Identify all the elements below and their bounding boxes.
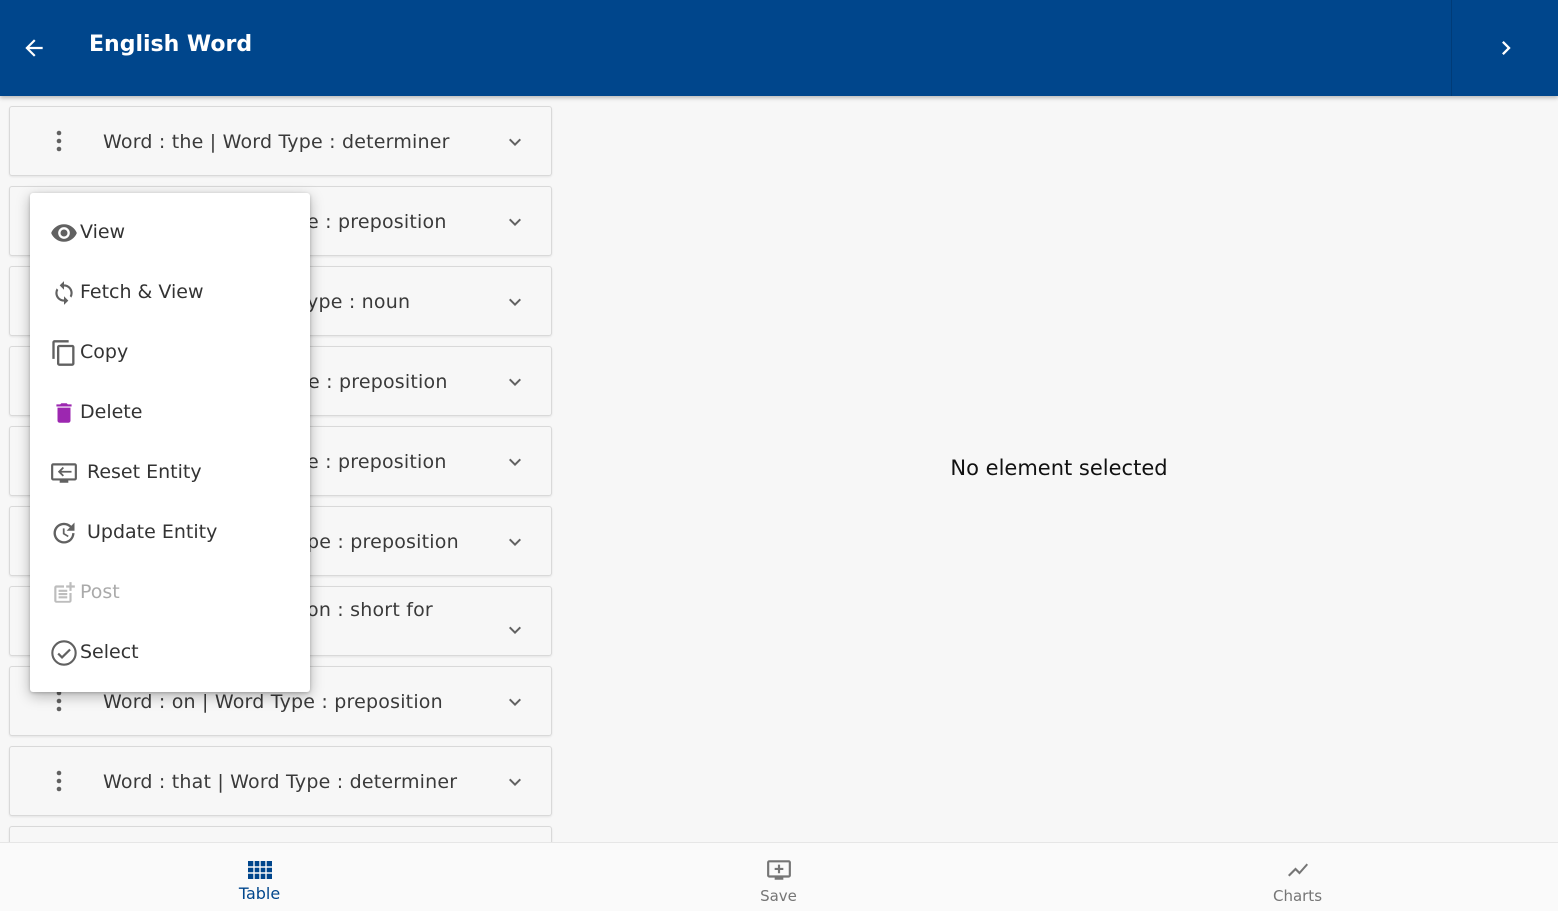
- menu-item-label: Copy: [80, 341, 129, 363]
- trend-icon: [1283, 856, 1313, 884]
- chevron-right-icon: [1502, 41, 1511, 55]
- tab-charts[interactable]: Charts: [1038, 843, 1557, 911]
- more-options-button[interactable]: [40, 762, 78, 800]
- expand-button[interactable]: [500, 207, 530, 237]
- copy-icon: [50, 339, 78, 367]
- tab-label: Table: [238, 884, 281, 903]
- menu-item-delete[interactable]: Delete: [30, 383, 310, 443]
- list-item-label: ype : noun: [307, 291, 411, 313]
- tab-table[interactable]: Table: [0, 843, 519, 911]
- list-item[interactable]: Word : that | Word Type : determiner: [9, 746, 552, 816]
- chevron-down-icon: [509, 138, 521, 146]
- chevron-down-icon: [509, 538, 521, 546]
- expand-button[interactable]: [500, 447, 530, 477]
- menu-item-post[interactable]: Post: [30, 563, 310, 623]
- menu-item-reset-entity[interactable]: Reset Entity: [30, 443, 310, 503]
- update-icon: [50, 519, 78, 547]
- check-circle-icon: [50, 639, 78, 667]
- eye-icon: [50, 219, 78, 247]
- chevron-down-icon: [509, 298, 521, 306]
- list-item-label: e : preposition: [307, 451, 447, 473]
- arrow-left-icon: [25, 39, 43, 57]
- tab-label: Save: [760, 887, 797, 905]
- menu-item-label: Select: [80, 641, 139, 663]
- post-icon: [50, 579, 78, 607]
- kebab-icon: [56, 770, 62, 792]
- list-item-label: Word : on | Word Type : preposition: [103, 691, 443, 713]
- tab-save[interactable]: Save: [519, 843, 1038, 911]
- kebab-icon: [56, 130, 62, 152]
- expand-button[interactable]: [500, 287, 530, 317]
- add-screen-icon: [764, 856, 794, 884]
- sync-icon: [50, 279, 78, 307]
- list-item-label: on : short for: [307, 599, 433, 621]
- list-item-label: Word : the | Word Type : determiner: [103, 131, 450, 153]
- menu-item-fetch-view[interactable]: Fetch & View: [30, 263, 310, 323]
- expand-button[interactable]: [500, 367, 530, 397]
- menu-item-label: View: [80, 221, 126, 243]
- menu-item-label: Delete: [80, 401, 143, 423]
- list-item-label: pe : preposition: [307, 531, 459, 553]
- list-item-label: Word : that | Word Type : determiner: [103, 771, 458, 793]
- expand-button[interactable]: [500, 687, 530, 717]
- list-item[interactable]: [9, 826, 552, 842]
- chevron-down-icon: [509, 458, 521, 466]
- expand-button[interactable]: [500, 527, 530, 557]
- chevron-down-icon: [509, 218, 521, 226]
- list-item[interactable]: Word : the | Word Type : determiner: [9, 106, 552, 176]
- chevron-down-icon: [509, 778, 521, 786]
- page-title: English Word: [89, 32, 253, 57]
- list-item-label: e : preposition: [308, 371, 448, 393]
- appbar-divider: [1451, 0, 1452, 96]
- menu-item-select[interactable]: Select: [30, 623, 310, 683]
- menu-item-label: Update Entity: [87, 521, 218, 543]
- app-bar: English Word: [0, 0, 1558, 96]
- grid-icon: [245, 856, 275, 884]
- expand-button[interactable]: [500, 615, 530, 645]
- bottom-navigation: Table Save Charts: [0, 842, 1558, 911]
- chevron-down-icon: [509, 698, 521, 706]
- menu-item-label: Fetch & View: [80, 281, 204, 303]
- back-button[interactable]: [14, 28, 54, 68]
- kebab-icon: [56, 690, 62, 712]
- reset-icon: [50, 459, 78, 487]
- list-item-label: e : preposition: [307, 211, 447, 233]
- trash-icon: [50, 399, 78, 427]
- chevron-down-icon: [509, 626, 521, 634]
- menu-item-label: Reset Entity: [87, 461, 202, 483]
- tab-label: Charts: [1272, 887, 1323, 905]
- chevron-down-icon: [509, 378, 521, 386]
- next-button[interactable]: [1486, 28, 1526, 68]
- menu-item-copy[interactable]: Copy: [30, 323, 310, 383]
- context-menu: View Fetch & View Copy Delete Reset Enti…: [30, 193, 310, 692]
- empty-detail-message: No element selected: [950, 456, 1168, 480]
- menu-item-view[interactable]: View: [30, 203, 310, 263]
- expand-button[interactable]: [500, 127, 530, 157]
- more-options-button[interactable]: [40, 122, 78, 160]
- menu-item-update-entity[interactable]: Update Entity: [30, 503, 310, 563]
- expand-button[interactable]: [500, 767, 530, 797]
- menu-item-label: Post: [80, 581, 120, 603]
